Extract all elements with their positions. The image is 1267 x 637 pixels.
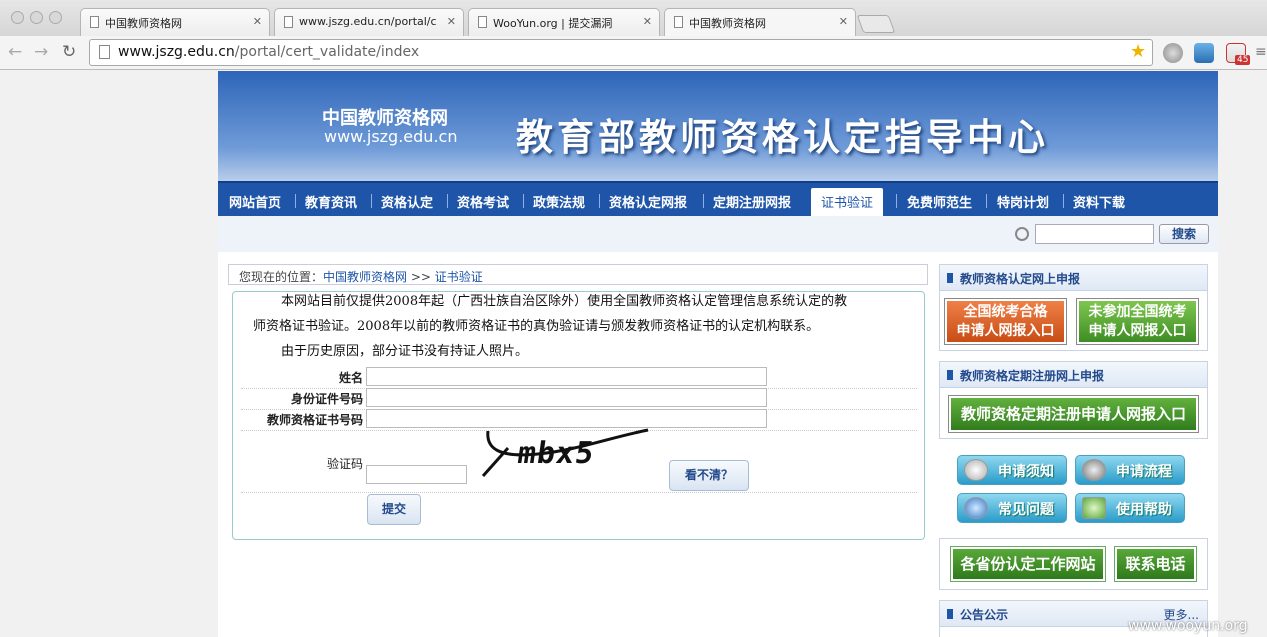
provinces-sites-link[interactable]: 各省份认定工作网站 (950, 546, 1106, 582)
notice-text: 师资格证书验证。2008年以前的教师资格证书的真伪验证请与颁发教师资格证书的认定… (253, 319, 820, 334)
box-header: 教师资格定期注册网上申报 (940, 362, 1207, 388)
globe-extension-icon[interactable] (1163, 43, 1183, 63)
links-box: 各省份认定工作网站 联系电话 (939, 538, 1208, 590)
site-banner: 中国教师资格网 www.jszg.edu.cn 教育部教师资格认定指导中心 (218, 71, 1218, 181)
bookmark-star-icon[interactable]: ★ (1130, 41, 1146, 62)
browser-tab[interactable]: 中国教师资格网 ✕ (80, 8, 270, 36)
notice-text: 本网站目前仅提供2008年起（广西壮族自治区除外）使用全国教师资格认定管理信息系… (281, 294, 848, 309)
banner-title: 教育部教师资格认定指导中心 (516, 115, 1049, 159)
browser-tab-active[interactable]: 中国教师资格网 ✕ (664, 8, 856, 36)
captcha-input[interactable] (366, 465, 467, 484)
non-exam-apply-button[interactable]: 未参加全国统考 申请人网报入口 (1076, 298, 1199, 345)
online-apply-box: 教师资格认定网上申报 全国统考合格 申请人网报入口 未参加全国统考 申请人网报入… (939, 264, 1208, 351)
browser-tab-bar: 中国教师资格网 ✕ www.jszg.edu.cn/portal/c ✕ Woo… (0, 0, 1267, 36)
watermark-text: www.wooyun.org (1128, 618, 1248, 634)
breadcrumb: 您现在的位置：中国教师资格网 >> 证书验证 (228, 264, 928, 285)
address-bar[interactable]: www.jszg.edu.cn/portal/cert_validate/ind… (89, 39, 1153, 66)
id-number-label: 身份证件号码 (290, 392, 363, 406)
page-icon (284, 16, 293, 28)
captcha-image: mbx5 (478, 428, 653, 480)
document-icon (99, 45, 110, 59)
reload-icon[interactable]: ↻ (62, 42, 76, 62)
site-logo-url: www.jszg.edu.cn (324, 127, 458, 146)
name-input[interactable] (366, 367, 767, 386)
registration-box: 教师资格定期注册网上申报 教师资格定期注册申请人网报入口 (939, 361, 1208, 439)
cert-number-input[interactable] (366, 409, 767, 428)
quick-links-box: 申请须知 申请流程 常见问题 使用帮助 (939, 447, 1208, 527)
nav-registration[interactable]: 定期注册网报 (713, 192, 791, 211)
window-close-button[interactable] (11, 11, 24, 24)
window-zoom-button[interactable] (49, 11, 62, 24)
mail-extension-icon[interactable]: 45 (1226, 43, 1251, 65)
nav-policy[interactable]: 政策法规 (533, 192, 585, 211)
nav-home[interactable]: 网站首页 (229, 192, 281, 211)
calendar-extension-icon[interactable] (1194, 43, 1214, 63)
cert-number-label: 教师资格证书号码 (266, 413, 363, 427)
browser-toolbar: ← → ↻ www.jszg.edu.cn/portal/cert_valida… (0, 36, 1267, 70)
web-page: 中国教师资格网 www.jszg.edu.cn 教育部教师资格认定指导中心 网站… (218, 71, 1218, 637)
page-icon (478, 16, 487, 28)
apply-process-button[interactable]: 申请流程 (1075, 455, 1185, 485)
page-icon (674, 16, 683, 28)
back-arrow-icon[interactable]: ← (8, 42, 22, 62)
search-icon (1015, 227, 1029, 241)
tab-close-icon[interactable]: ✕ (447, 15, 456, 28)
breadcrumb-current[interactable]: 证书验证 (435, 270, 483, 284)
main-nav: 网站首页 教育资讯 资格认定 资格考试 政策法规 资格认定网报 定期注册网报 证… (218, 181, 1218, 218)
search-row: 搜索 (218, 216, 1218, 252)
new-tab-button[interactable] (856, 15, 896, 33)
page-icon (90, 16, 99, 28)
question-mark-icon (964, 497, 988, 519)
forward-arrow-icon[interactable]: → (34, 42, 48, 62)
nav-online-apply[interactable]: 资格认定网报 (609, 192, 687, 211)
nav-special-post[interactable]: 特岗计划 (997, 192, 1049, 211)
notice-text: 由于历史原因，部分证书没有持证人照片。 (281, 344, 529, 359)
refresh-captcha-button[interactable]: 看不清？ (669, 460, 749, 491)
registration-apply-button[interactable]: 教师资格定期注册申请人网报入口 (948, 395, 1199, 433)
breadcrumb-home-link[interactable]: 中国教师资格网 (323, 270, 407, 284)
nav-cert-validate[interactable]: 证书验证 (811, 188, 884, 218)
tab-close-icon[interactable]: ✕ (839, 15, 848, 28)
faq-button[interactable]: 常见问题 (957, 493, 1067, 523)
wrench-menu-icon[interactable]: ≡ (1255, 44, 1267, 60)
gears-icon (1082, 459, 1106, 481)
help-button[interactable]: 使用帮助 (1075, 493, 1185, 523)
name-label: 姓名 (338, 371, 363, 385)
megaphone-icon (964, 459, 988, 481)
id-number-input[interactable] (366, 388, 767, 407)
plus-icon (1082, 497, 1106, 519)
cert-validate-form: 本网站目前仅提供2008年起（广西壮族自治区除外）使用全国教师资格认定管理信息系… (232, 291, 925, 540)
search-button[interactable]: 搜索 (1159, 224, 1209, 244)
browser-tab[interactable]: www.jszg.edu.cn/portal/c ✕ (274, 8, 464, 36)
exam-passed-apply-button[interactable]: 全国统考合格 申请人网报入口 (944, 298, 1067, 345)
tab-close-icon[interactable]: ✕ (253, 15, 262, 28)
captcha-text: mbx5 (515, 436, 597, 471)
apply-notice-button[interactable]: 申请须知 (957, 455, 1067, 485)
tab-close-icon[interactable]: ✕ (643, 15, 652, 28)
box-header: 教师资格认定网上申报 (940, 265, 1207, 291)
window-minimize-button[interactable] (30, 11, 43, 24)
browser-tab[interactable]: WooYun.org | 提交漏洞 ✕ (468, 8, 660, 36)
nav-free-normal[interactable]: 免费师范生 (907, 192, 972, 211)
site-search-input[interactable] (1035, 224, 1154, 244)
nav-qualification[interactable]: 资格认定 (381, 192, 433, 211)
submit-button[interactable]: 提交 (367, 494, 421, 525)
nav-downloads[interactable]: 资料下载 (1073, 192, 1125, 211)
nav-news[interactable]: 教育资讯 (305, 192, 357, 211)
contact-phone-link[interactable]: 联系电话 (1114, 546, 1197, 582)
nav-exam[interactable]: 资格考试 (457, 192, 509, 211)
captcha-label: 验证码 (326, 457, 363, 471)
